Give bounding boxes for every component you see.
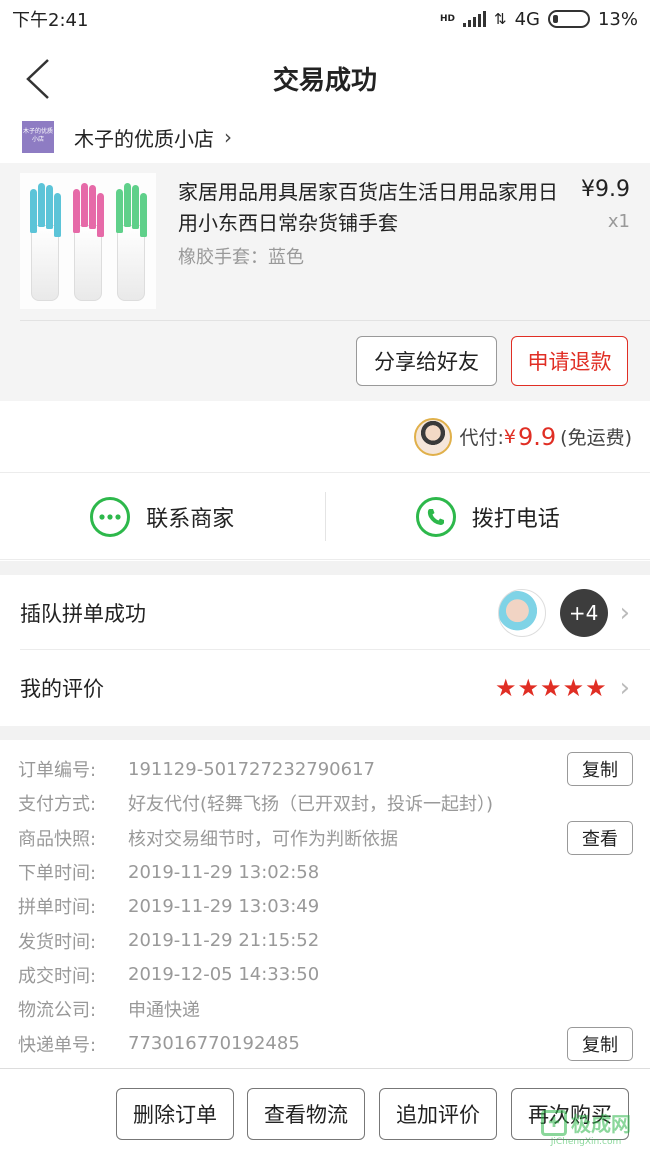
glove-image [114,183,148,301]
chevron-right-icon: › [224,125,232,149]
chevron-right-icon: › [619,598,630,628]
watermark-logo-icon: ✚ [541,1109,567,1136]
delete-order-button[interactable]: 删除订单 [116,1088,234,1140]
product-quantity: x1 [607,211,630,232]
order-info-row: 订单编号: 191129-501727232790617 复制 [18,752,633,787]
phone-icon [415,496,456,537]
group-success-label: 插队拼单成功 [20,602,146,626]
product-spec: 橡胶手套：蓝色 [178,247,304,268]
chevron-right-icon: › [619,673,630,703]
order-info-row: 拼单时间: 2019-11-29 13:03:49 [18,889,633,923]
order-info-label: 下单时间: [18,863,97,885]
shipping-note: (免运费) [560,427,632,449]
order-info-label: 商品快照: [18,828,97,850]
order-info: 订单编号: 191129-501727232790617 复制 支付方式: 好友代付(轻… [18,752,633,1061]
payer-avatar [413,417,452,456]
order-info-label: 订单编号: [18,760,97,782]
my-review-row[interactable]: 我的评价 ★★★★★ › [0,650,650,726]
star-icon: ★ [540,674,563,702]
order-info-label: 拼单时间: [18,897,97,919]
order-info-row: 支付方式: 好友代付(轻舞飞扬（已开双封，投诉一起封）) [18,786,633,820]
order-info-row: 成交时间: 2019-12-05 14:33:50 [18,958,633,992]
order-info-row: 商品快照: 核对交易细节时，可作为判断依据 查看 [18,820,633,855]
order-info-row: 发货时间: 2019-11-29 21:15:52 [18,923,633,957]
group-success-row[interactable]: 插队拼单成功 +4 › [0,575,650,651]
section-gap [0,726,650,740]
shop-name: 木子的优质小店 [74,126,214,151]
more-members-badge: +4 [559,589,608,637]
contact-merchant-label: 联系商家 [146,506,235,532]
order-info-value: 好友代付(轻舞飞扬（已开双封，投诉一起封）) [128,794,494,816]
order-info-label: 发货时间: [18,931,97,953]
payment-label: 代付: [459,427,504,449]
star-icon: ★ [562,674,586,702]
order-info-label: 支付方式: [18,794,97,816]
payment-summary: 代付: ¥ 9.9 (免运费) [0,401,650,473]
refund-button[interactable]: 申请退款 [511,336,628,386]
star-icon: ★ [495,674,518,702]
call-phone-button[interactable]: 拨打电话 [326,474,650,559]
bottom-action-bar: 删除订单 查看物流 追加评价 再次购买 ✚ 极成网 JiChengXin.com [0,1068,650,1155]
shop-link[interactable]: 木子的优质小店 木子的优质小店 › [0,113,650,161]
product-card: 家居用品用具居家百货店生活日用品家用日用小东西日常杂货铺手套 橡胶手套：蓝色 ¥… [0,163,650,401]
status-icons: HD ⇅ 4G 13% [440,9,638,30]
battery-icon [547,10,590,28]
order-info-value: 核对交易细节时，可作为判断依据 [128,828,398,850]
watermark-en: JiChengXin.com [550,1137,622,1147]
order-info-label: 快递单号: [18,1034,97,1056]
add-review-button[interactable]: 追加评价 [379,1088,497,1140]
contact-merchant-button[interactable]: 联系商家 [0,474,325,559]
share-button[interactable]: 分享给好友 [356,336,497,386]
order-info-value: 2019-11-29 21:15:52 [128,930,320,952]
order-info-label: 物流公司: [18,1000,97,1022]
data-arrows-icon: ⇅ [494,10,507,28]
view-logistics-button[interactable]: 查看物流 [247,1088,365,1140]
order-info-value: 2019-11-29 13:02:58 [128,861,320,883]
watermark-cn: 极成网 [571,1112,631,1136]
star-icon: ★ [517,674,541,702]
copy-button[interactable]: 复制 [567,1026,633,1061]
glove-image [71,183,105,301]
contact-bar: 联系商家 拨打电话 [0,474,650,560]
order-info-value: 2019-11-29 13:03:49 [128,895,320,917]
chat-bubble-icon [90,496,131,537]
member-avatar [497,589,546,637]
status-time: 下午2:41 [12,10,89,31]
order-info-value: 申通快递 [128,1000,200,1022]
hd-icon: HD [439,13,455,24]
signal-icon [463,11,486,27]
my-review-label: 我的评价 [20,677,104,701]
glove-image [28,183,62,301]
star-icon: ★ [585,674,608,702]
order-info-row: 物流公司: 申通快递 [18,992,633,1026]
order-info-row: 下单时间: 2019-11-29 13:02:58 [18,855,633,889]
payment-currency: ¥ [503,425,516,448]
status-bar: 下午2:41 HD ⇅ 4G 13% [0,0,650,38]
order-info-value: 191129-501727232790617 [128,758,375,780]
call-phone-label: 拨打电话 [471,506,560,532]
rating-stars: ★★★★★ [495,674,608,702]
battery-percent: 13% [597,8,638,30]
order-info-value: 2019-12-05 14:33:50 [128,964,320,986]
product-price: ¥9.9 [581,177,630,202]
shop-logo: 木子的优质小店 [22,121,54,153]
product-title[interactable]: 家居用品用具居家百货店生活日用品家用日用小东西日常杂货铺手套 [178,177,558,239]
page-title: 交易成功 [272,66,377,96]
section-gap [0,561,650,575]
order-info-row: 快递单号: 773016770192485 复制 [18,1026,633,1061]
product-image[interactable] [20,173,156,309]
payment-amount: 9.9 [518,422,557,451]
network-type: 4G [514,8,540,30]
view-snapshot-button[interactable]: 查看 [567,820,633,855]
watermark: ✚ 极成网 JiChengXin.com [528,1108,644,1147]
order-info-label: 成交时间: [18,965,97,987]
order-info-value: 773016770192485 [128,1033,300,1055]
copy-button[interactable]: 复制 [567,752,633,787]
nav-bar: 交易成功 [0,40,650,118]
divider [20,320,650,321]
